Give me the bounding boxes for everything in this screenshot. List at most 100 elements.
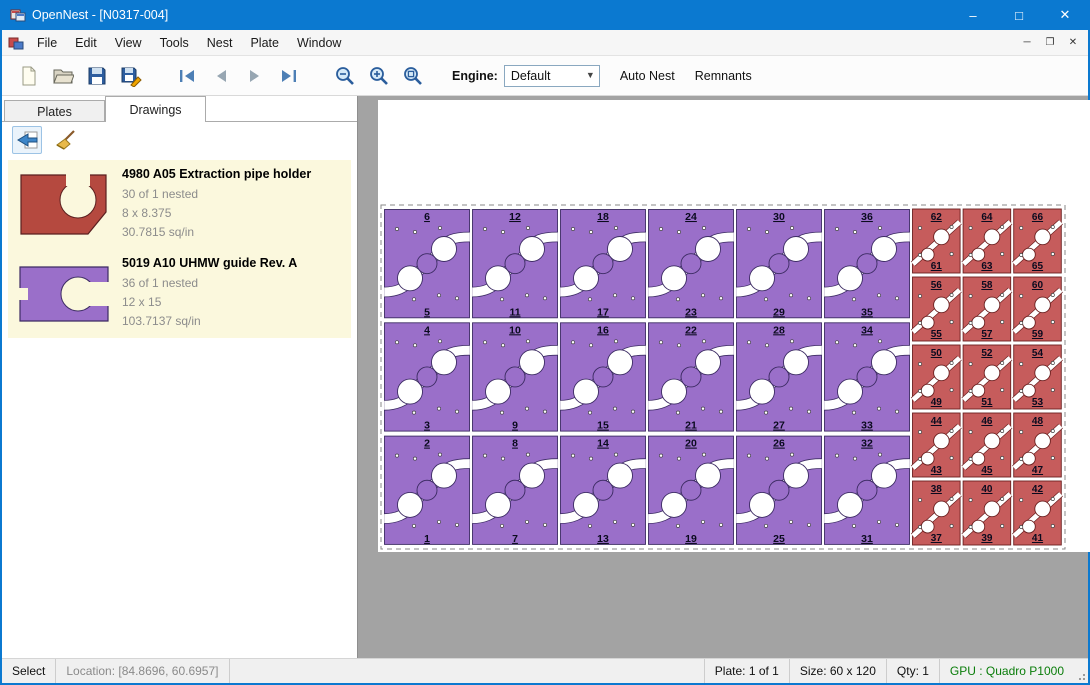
nest-cell-red[interactable]: 58 57 (963, 277, 1011, 341)
zoom-in-button[interactable] (362, 60, 396, 92)
engine-select[interactable]: Default ▼ (504, 65, 600, 87)
nest-cell-purple[interactable]: 21 (384, 436, 470, 545)
nest-cell-purple[interactable]: 2827 (736, 323, 822, 432)
nest-cell-red[interactable]: 5049 (913, 345, 961, 409)
part-number: 28 (773, 324, 785, 336)
new-button[interactable] (12, 60, 46, 92)
part-number: 3 (424, 420, 430, 432)
zoom-out-button[interactable] (328, 60, 362, 92)
tab-drawings[interactable]: Drawings (105, 96, 206, 122)
part-number: 57 (981, 329, 993, 340)
close-button[interactable]: ✕ (1042, 0, 1088, 30)
nest-cell-red[interactable]: 4443 (913, 413, 961, 477)
mdi-minimize-button[interactable]: ─ (1016, 34, 1038, 52)
maximize-button[interactable]: □ (996, 0, 1042, 30)
drawings-toolbar (2, 122, 357, 158)
app-icon (10, 7, 26, 23)
part-number: 15 (597, 420, 609, 432)
menu-item-view[interactable]: View (106, 30, 151, 55)
nest-cell-red[interactable]: 5655 (913, 277, 961, 341)
save-as-icon (120, 65, 142, 87)
status-size: Size: 60 x 120 (789, 659, 886, 683)
nest-cell-purple[interactable]: 65 (384, 210, 470, 319)
part-number: 10 (509, 324, 521, 336)
nest-cell-purple[interactable]: 2625 (736, 436, 822, 545)
zoom-fit-button[interactable] (396, 60, 430, 92)
nest-cell-red[interactable]: 6261 (913, 209, 961, 273)
nest-cell-purple[interactable]: 3433 (824, 323, 910, 432)
menu-item-tools[interactable]: Tools (151, 30, 198, 55)
auto-nest-button[interactable]: Auto Nest (610, 63, 685, 89)
part-thumbnail-purple (16, 259, 112, 329)
part-thumbnail-red (16, 172, 112, 238)
drawing-list-item[interactable]: 4980 A05 Extraction pipe holder30 of 1 n… (8, 160, 351, 249)
menu-item-plate[interactable]: Plate (241, 30, 288, 55)
nest-cell-red[interactable]: 5453 (1014, 345, 1062, 409)
nest-cell-red[interactable]: 3837 (913, 481, 961, 545)
nest-cell-red[interactable]: 4645 (963, 413, 1011, 477)
menu-item-nest[interactable]: Nest (198, 30, 242, 55)
save-button[interactable] (80, 60, 114, 92)
minimize-button[interactable]: – (950, 0, 996, 30)
menu-item-window[interactable]: Window (288, 30, 350, 55)
part-number: 51 (981, 397, 993, 408)
remnants-button[interactable]: Remnants (685, 63, 762, 89)
nav-first-button[interactable] (170, 60, 204, 92)
part-number: 42 (1032, 484, 1044, 495)
nest-svg: 6512111817242330293635431091615222128273… (358, 96, 1090, 660)
menu-item-file[interactable]: File (28, 30, 66, 55)
assign-parts-button[interactable] (12, 126, 42, 154)
open-button[interactable] (46, 60, 80, 92)
clear-nest-button[interactable] (50, 126, 80, 154)
menu-item-edit[interactable]: Edit (66, 30, 106, 55)
part-number: 11 (509, 306, 520, 318)
drawing-nested-count: 30 of 1 nested (122, 185, 347, 204)
part-number: 20 (685, 438, 697, 450)
mdi-restore-button[interactable]: ❐ (1039, 34, 1061, 52)
part-number: 6 (424, 211, 430, 223)
nest-cell-purple[interactable]: 3635 (824, 210, 910, 319)
part-number: 46 (981, 416, 993, 427)
nest-cell-purple[interactable]: 1817 (560, 210, 646, 319)
nest-cell-purple[interactable]: 2019 (648, 436, 734, 545)
last-plate-icon (279, 69, 299, 83)
menu-bar: FileEditViewToolsNestPlateWindow ─ ❐ ✕ (2, 30, 1088, 56)
nav-prev-button[interactable] (204, 60, 238, 92)
nest-cell-red[interactable]: 4039 (963, 481, 1011, 545)
canvas[interactable]: 6512111817242330293635431091615222128273… (357, 96, 1088, 658)
part-number: 25 (773, 533, 785, 545)
nest-cell-purple[interactable]: 109 (472, 323, 558, 432)
drawing-list-item[interactable]: 5019 A10 UHMW guide Rev. A36 of 1 nested… (8, 249, 351, 338)
nest-cell-red[interactable]: 4847 (1014, 413, 1062, 477)
status-qty: Qty: 1 (886, 659, 939, 683)
nav-last-button[interactable] (272, 60, 306, 92)
file-toolbar-group (12, 60, 148, 92)
nest-cell-red[interactable]: 6463 (963, 209, 1011, 273)
part-number: 48 (1032, 416, 1044, 427)
drawing-name: 5019 A10 UHMW guide Rev. A (122, 256, 347, 270)
nest-cell-purple[interactable]: 3029 (736, 210, 822, 319)
tab-plates[interactable]: Plates (4, 100, 105, 122)
resize-grip[interactable] (1074, 659, 1088, 683)
nest-cell-purple[interactable]: 1413 (560, 436, 646, 545)
nest-cell-red[interactable]: 6059 (1014, 277, 1062, 341)
nest-cell-red[interactable]: 6665 (1014, 209, 1062, 273)
nest-cell-purple[interactable]: 2423 (648, 210, 734, 319)
nest-cell-red[interactable]: 5251 (963, 345, 1011, 409)
nest-cell-red[interactable]: 4241 (1014, 481, 1062, 545)
part-number: 37 (931, 533, 943, 544)
nest-cell-purple[interactable]: 1211 (472, 210, 558, 319)
nest-cell-purple[interactable]: 2221 (648, 323, 734, 432)
nest-cell-purple[interactable]: 1615 (560, 323, 646, 432)
mdi-close-button[interactable]: ✕ (1062, 34, 1084, 52)
save-as-button[interactable] (114, 60, 148, 92)
nav-next-button[interactable] (238, 60, 272, 92)
save-icon (86, 65, 108, 87)
nest-cell-purple[interactable]: 43 (384, 323, 470, 432)
engine-group: Engine: Default ▼ Auto Nest Remnants (452, 63, 762, 89)
main-area: Plates Drawings 4980 A05 Extraction pipe… (2, 96, 1088, 658)
nest-cell-purple[interactable]: 87 (472, 436, 558, 545)
drawing-meta: 4980 A05 Extraction pipe holder30 of 1 n… (116, 167, 347, 242)
nest-cell-purple[interactable]: 3231 (824, 436, 910, 545)
part-number: 58 (981, 280, 993, 291)
